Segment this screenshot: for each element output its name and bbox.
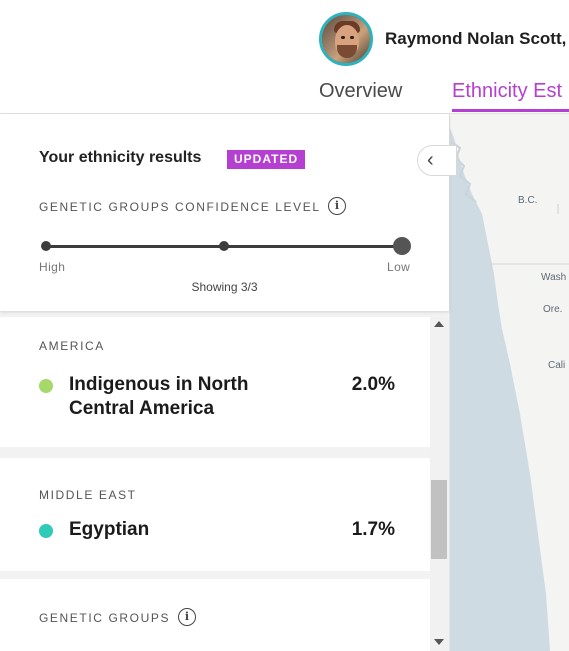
scrollbar-thumb[interactable] [431,480,447,559]
user-profile[interactable]: Raymond Nolan Scott, [319,12,566,66]
collapse-panel-button[interactable]: ‹ [417,145,457,176]
showing-count: Showing 3/3 [191,280,258,294]
ethnicity-color-dot [39,524,53,538]
regions-scroll-area[interactable]: AMERICA Indigenous in North Central Amer… [0,317,430,651]
ethnicity-map[interactable]: B.C. Wash Ore. Cali [450,114,569,651]
triangle-up-icon[interactable] [434,321,444,327]
info-icon[interactable]: i [328,197,346,215]
updated-badge: UPDATED [227,150,306,169]
avatar[interactable] [319,12,373,66]
slider-high-label: High [39,260,66,274]
region-card-middle-east[interactable]: MIDDLE EAST Egyptian 1.7% [0,458,430,571]
confidence-level-label: GENETIC GROUPS CONFIDENCE LEVEL [39,200,321,214]
region-label: MIDDLE EAST [39,488,137,502]
ethnicity-name: Egyptian [69,519,150,540]
ethnicity-color-dot [39,379,53,393]
results-title: Your ethnicity results [39,149,202,166]
triangle-down-icon[interactable] [434,639,444,645]
map-label-bc: B.C. [518,195,538,206]
tab-overview[interactable]: Overview [319,80,402,103]
region-label: AMERICA [39,339,105,353]
results-panel: Your ethnicity results UPDATED ‹ GENETIC… [0,114,457,651]
confidence-slider-thumb[interactable] [393,237,411,255]
tab-ethnicity-estimate[interactable]: Ethnicity Est [452,80,562,103]
map-label-cali: Cali [548,360,566,371]
user-name[interactable]: Raymond Nolan Scott, [385,29,566,49]
active-tab-indicator [452,109,569,112]
map-label-ore: Ore. [543,304,563,315]
page-header: Raymond Nolan Scott, Overview Ethnicity … [0,0,569,114]
ethnicity-page: Raymond Nolan Scott, Overview Ethnicity … [0,0,569,651]
map-shapes [450,114,569,651]
ethnicity-percent: 2.0% [351,374,395,395]
results-summary-card: Your ethnicity results UPDATED ‹ GENETIC… [0,114,457,311]
region-card-america[interactable]: AMERICA Indigenous in North Central Amer… [0,317,430,447]
slider-low-label: Low [387,260,411,274]
map-label-wash: Wash [541,272,567,283]
scrollbar[interactable] [430,317,448,651]
ethnicity-percent: 1.7% [351,519,395,540]
chevron-left-icon: ‹ [427,149,434,171]
genetic-groups-label: GENETIC GROUPS [39,611,171,625]
tab-bar: Overview Ethnicity Est [0,80,569,114]
slider-step-2[interactable] [219,241,229,251]
ethnicity-name: Indigenous in North Central America [69,374,249,419]
genetic-groups-card: GENETIC GROUPS i [0,579,430,651]
slider-step-1[interactable] [41,241,51,251]
info-icon[interactable]: i [178,608,196,626]
